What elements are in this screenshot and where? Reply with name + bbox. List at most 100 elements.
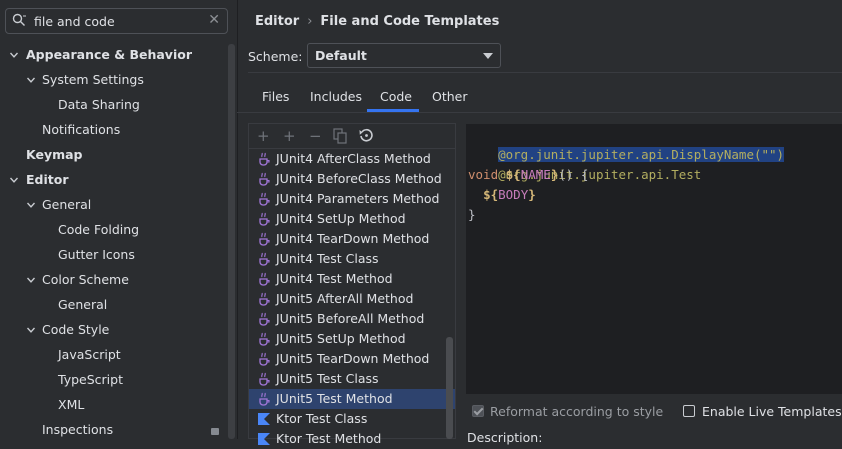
- template-list-item[interactable]: JUnit4 Test Method: [249, 269, 455, 289]
- sidebar-item-gutter-icons[interactable]: Gutter Icons: [0, 242, 228, 267]
- template-list-item[interactable]: JUnit5 BeforeAll Method: [249, 309, 455, 329]
- chevron-down-icon: [483, 53, 493, 59]
- template-label: JUnit5 Test Class: [276, 371, 379, 386]
- template-list-scrollbar[interactable]: [446, 337, 453, 439]
- template-list-item[interactable]: JUnit4 Parameters Method: [249, 189, 455, 209]
- code-line-3: void ${NAME}() {: [468, 165, 588, 185]
- chevron-down-icon[interactable]: [27, 326, 35, 334]
- template-code-editor[interactable]: @org.junit.jupiter.api.DisplayName("") @…: [466, 124, 842, 394]
- closing-brace: }: [468, 207, 476, 222]
- sidebar-item-appearance-behavior[interactable]: Appearance & Behavior: [0, 42, 228, 67]
- tab-includes[interactable]: Includes: [310, 89, 362, 104]
- template-list-item[interactable]: JUnit5 Test Class: [249, 369, 455, 389]
- method-signature: () {: [558, 167, 589, 182]
- template-list-item[interactable]: JUnit5 Test Method: [249, 389, 455, 409]
- void-keyword: void: [468, 167, 499, 182]
- kotlin-file-icon: [258, 413, 270, 425]
- template-label: JUnit5 TearDown Method: [276, 351, 430, 366]
- name-variable: NAME: [520, 167, 551, 182]
- tab-files[interactable]: Files: [262, 89, 289, 104]
- chevron-down-icon[interactable]: [10, 176, 18, 184]
- template-label: JUnit4 Test Method: [276, 271, 393, 286]
- sidebar-item-data-sharing[interactable]: Data Sharing: [0, 92, 228, 117]
- sidebar-item-typescript[interactable]: TypeScript: [0, 367, 228, 392]
- body-variable: BODY: [498, 187, 529, 202]
- template-list-item[interactable]: JUnit4 AfterClass Method: [249, 149, 455, 169]
- template-label: JUnit5 AfterAll Method: [276, 291, 414, 306]
- copy-icon[interactable]: [333, 128, 347, 144]
- template-list-item[interactable]: JUnit5 SetUp Method: [249, 329, 455, 349]
- sidebar-item-label: Editor: [26, 172, 69, 187]
- breadcrumb-current: File and Code Templates: [320, 14, 500, 29]
- lock-icon: [211, 428, 219, 435]
- template-list-item[interactable]: JUnit4 BeforeClass Method: [249, 169, 455, 189]
- template-label: JUnit5 SetUp Method: [276, 331, 406, 346]
- sidebar-item-general[interactable]: General: [0, 192, 228, 217]
- reset-icon[interactable]: [359, 128, 373, 142]
- java-file-icon: [259, 172, 270, 186]
- template-list-item[interactable]: JUnit4 Test Class: [249, 249, 455, 269]
- sidebar-item-general[interactable]: General: [0, 292, 228, 317]
- template-list-item[interactable]: JUnit5 AfterAll Method: [249, 289, 455, 309]
- sidebar-item-label: TypeScript: [58, 372, 123, 387]
- sidebar-item-label: JavaScript: [58, 347, 121, 362]
- java-file-icon: [259, 192, 270, 206]
- java-file-icon: [259, 332, 270, 346]
- template-list-item[interactable]: Ktor Test Method: [249, 429, 455, 449]
- clear-search-icon[interactable]: ✕: [208, 12, 220, 28]
- kotlin-file-icon: [258, 433, 270, 445]
- tab-code[interactable]: Code: [380, 89, 412, 104]
- java-file-icon: [259, 152, 270, 166]
- java-file-icon: [259, 232, 270, 246]
- sidebar-item-code-folding[interactable]: Code Folding: [0, 217, 228, 242]
- template-toolbar: + + −: [249, 124, 455, 149]
- template-label: JUnit4 AfterClass Method: [276, 151, 431, 166]
- search-icon: [12, 13, 26, 26]
- sidebar-item-notifications[interactable]: Notifications: [0, 117, 228, 142]
- template-list-panel: + + − JUnit4 AfterClass Method JUnit4 Bef…: [248, 123, 456, 446]
- name-var-open: ${: [505, 167, 521, 182]
- code-line-1: @org.junit.jupiter.api.DisplayName(""): [468, 125, 785, 162]
- search-input[interactable]: file and code: [34, 14, 115, 29]
- sidebar-item-editor[interactable]: Editor: [0, 167, 228, 192]
- add-child-template-button[interactable]: +: [283, 127, 296, 145]
- body-var-open: ${: [483, 187, 499, 202]
- sidebar-item-label: Code Style: [42, 322, 110, 337]
- sidebar-item-xml[interactable]: XML: [0, 392, 228, 417]
- sidebar-scrollbar[interactable]: [228, 44, 235, 439]
- chevron-down-icon[interactable]: [27, 276, 35, 284]
- java-file-icon: [259, 272, 270, 286]
- sidebar-item-keymap[interactable]: Keymap: [0, 142, 228, 167]
- reformat-checkbox[interactable]: [472, 405, 484, 417]
- chevron-down-icon[interactable]: [27, 201, 35, 209]
- scheme-label: Scheme:: [248, 49, 303, 64]
- sidebar-item-label: Appearance & Behavior: [26, 47, 192, 62]
- sidebar-item-inspections[interactable]: Inspections: [0, 417, 228, 442]
- tab-other[interactable]: Other: [432, 89, 468, 104]
- template-list-item[interactable]: JUnit4 SetUp Method: [249, 209, 455, 229]
- template-label: Ktor Test Class: [276, 411, 368, 426]
- settings-sidebar: file and code ✕ Appearance & Behavior Sys…: [0, 0, 238, 439]
- sidebar-item-javascript[interactable]: JavaScript: [0, 342, 228, 367]
- template-label: JUnit5 BeforeAll Method: [276, 311, 425, 326]
- settings-search-box[interactable]: file and code ✕: [5, 8, 228, 34]
- remove-template-button[interactable]: −: [309, 127, 322, 145]
- chevron-down-icon[interactable]: [10, 51, 18, 59]
- sidebar-item-system-settings[interactable]: System Settings: [0, 67, 228, 92]
- sidebar-item-label: Color Scheme: [42, 272, 129, 287]
- code-line-4: ${BODY}: [468, 185, 536, 205]
- template-list-item[interactable]: Ktor Test Class: [249, 409, 455, 429]
- sidebar-item-color-scheme[interactable]: Color Scheme: [0, 267, 228, 292]
- java-file-icon: [259, 292, 270, 306]
- template-label: JUnit4 TearDown Method: [276, 231, 430, 246]
- template-list-item[interactable]: JUnit4 TearDown Method: [249, 229, 455, 249]
- scheme-value: Default: [315, 48, 367, 63]
- breadcrumb-parent[interactable]: Editor: [255, 14, 299, 29]
- java-file-icon: [259, 312, 270, 326]
- scheme-dropdown[interactable]: Default: [307, 43, 501, 68]
- live-templates-checkbox[interactable]: [683, 405, 695, 417]
- sidebar-item-code-style[interactable]: Code Style: [0, 317, 228, 342]
- template-list-item[interactable]: JUnit5 TearDown Method: [249, 349, 455, 369]
- chevron-down-icon[interactable]: [27, 76, 35, 84]
- add-template-button[interactable]: +: [257, 127, 270, 145]
